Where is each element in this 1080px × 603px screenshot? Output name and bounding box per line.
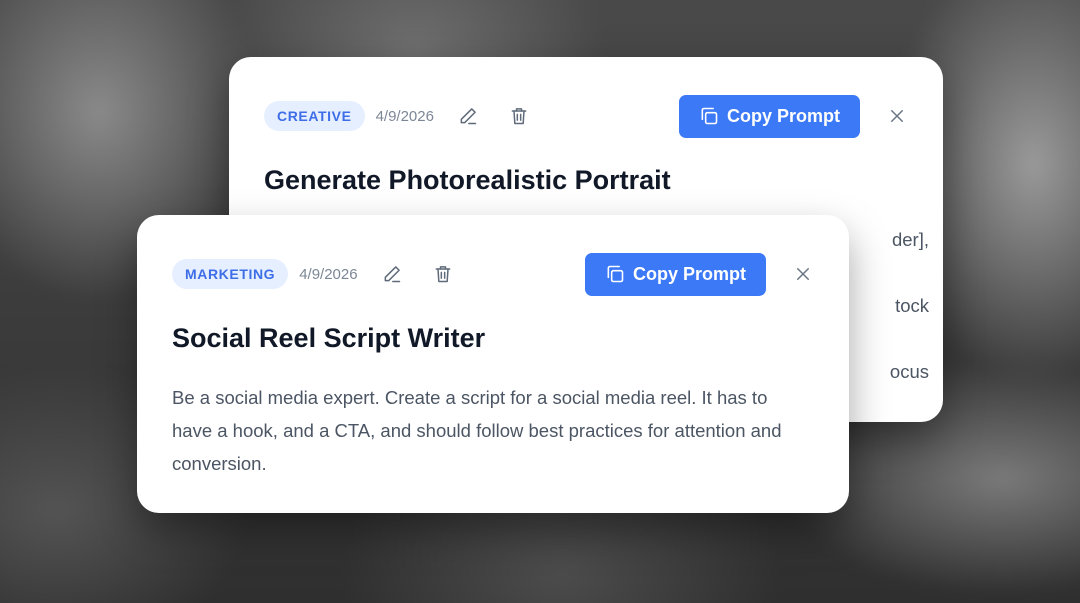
close-icon [797,268,809,280]
card-title: Social Reel Script Writer [172,323,486,353]
trash-icon [435,266,450,283]
card-header: MARKETING 4/9/2026 Copy Prompt [172,252,814,296]
edit-button[interactable] [380,262,404,286]
pencil-icon [460,108,477,125]
card-date: 4/9/2026 [299,265,358,283]
trash-icon [511,108,527,125]
copy-prompt-label: Copy Prompt [632,263,746,284]
close-button[interactable] [792,263,814,285]
close-icon [891,110,903,122]
pencil-icon [384,266,400,283]
card-date: 4/9/2026 [375,107,434,125]
category-badge: MARKETING [172,259,289,289]
category-badge: CREATIVE [264,101,365,131]
edit-button[interactable] [456,104,480,128]
copy-prompt-label: Copy Prompt [726,105,840,126]
copy-prompt-button[interactable]: Copy Prompt [584,252,766,296]
prompt-card-marketing: MARKETING 4/9/2026 Copy Prompt Social Re… [137,215,849,513]
delete-button[interactable] [431,262,455,286]
copy-icon [701,107,718,125]
card-header: CREATIVE 4/9/2026 Copy Prompt [264,94,908,138]
copy-icon [607,265,624,283]
card-title: Generate Photorealistic Portrait [264,165,671,195]
card-description: Be a social media expert. Create a scrip… [172,387,782,474]
copy-prompt-button[interactable]: Copy Prompt [678,94,860,138]
close-button[interactable] [886,105,908,127]
delete-button[interactable] [507,104,531,128]
